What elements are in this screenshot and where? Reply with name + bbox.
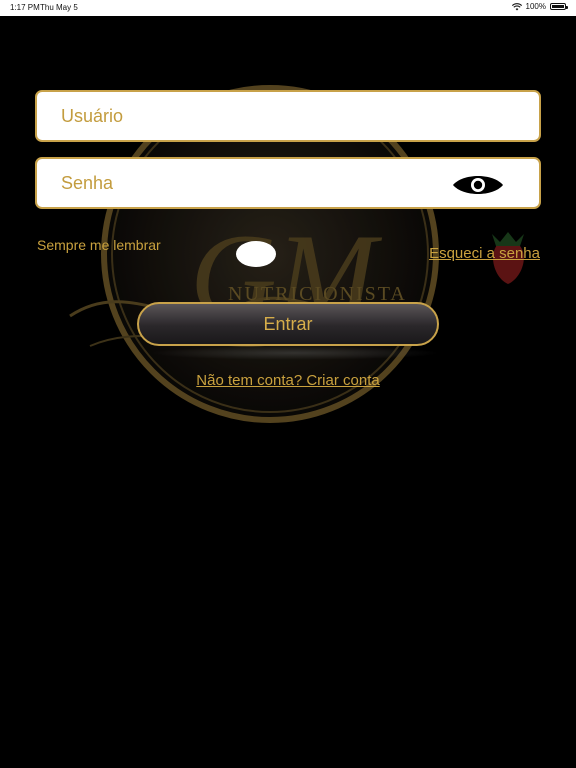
battery-icon (550, 3, 568, 10)
battery-percent: 100% (525, 2, 546, 11)
remember-me-toggle[interactable] (230, 240, 284, 268)
status-right: 100% (511, 2, 568, 11)
password-field[interactable] (35, 157, 541, 209)
username-field[interactable] (35, 90, 541, 142)
status-date: Thu May 5 (40, 3, 78, 12)
wifi-icon (511, 2, 522, 10)
signup-link[interactable]: Não tem conta? Criar conta (0, 372, 576, 389)
login-button-shadow (150, 346, 440, 360)
status-time: 1:17 PM (10, 3, 40, 12)
eye-icon[interactable] (451, 173, 505, 197)
status-bar: 1:17 PM Thu May 5 100% (0, 0, 576, 16)
forgot-password-link[interactable]: Esqueci a senha (429, 245, 540, 262)
username-input[interactable] (37, 92, 539, 140)
remember-me-label: Sempre me lembrar (37, 237, 161, 253)
login-button[interactable]: Entrar (137, 302, 439, 346)
toggle-knob[interactable] (236, 241, 276, 267)
